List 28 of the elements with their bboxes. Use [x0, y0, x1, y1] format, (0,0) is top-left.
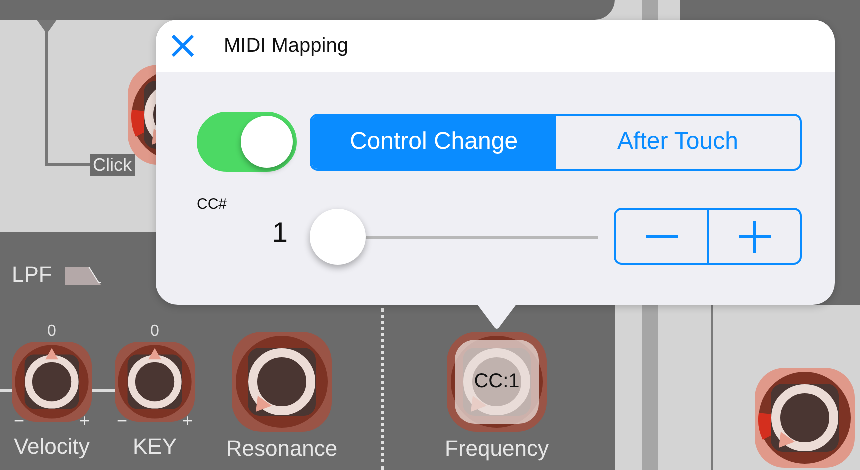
mapping-label: CC:1 [474, 370, 520, 394]
knob-label: Frequency [445, 436, 549, 462]
plus-label: + [182, 412, 193, 430]
filter-label: LPF [12, 262, 52, 288]
cc-slider[interactable] [310, 208, 598, 264]
segment-tab[interactable]: Control Change [312, 116, 556, 168]
minus-label: − [117, 412, 128, 430]
knob-value: 0 [150, 322, 160, 342]
connector-label: Click [90, 154, 135, 176]
enable-toggle[interactable] [197, 112, 297, 172]
plus-label: + [79, 412, 90, 430]
minus-icon [646, 235, 678, 238]
knob-label: KEY [132, 434, 178, 460]
cc-label: CC# [197, 196, 228, 213]
knob-value: 0 [48, 322, 56, 342]
minus-label: − [14, 412, 25, 430]
popover-title: MIDI Mapping [224, 34, 348, 58]
slider-thumb[interactable] [310, 208, 366, 264]
knob-drawing[interactable] [232, 332, 332, 432]
knob-label: Velocity [14, 434, 90, 460]
knob-label: Resonance [226, 436, 338, 462]
lowpass-icon [65, 267, 101, 285]
close-button[interactable] [170, 33, 196, 59]
plus-icon [738, 220, 770, 252]
segment-tab[interactable]: After Touch [556, 116, 800, 168]
knob-drawing[interactable] [447, 332, 547, 432]
cc-value: 1 [272, 217, 288, 249]
knob-drawing[interactable] [755, 368, 855, 468]
